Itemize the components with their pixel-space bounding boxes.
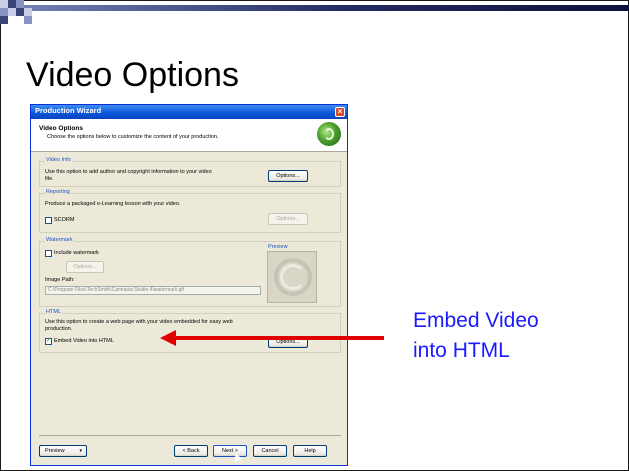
watermark-preview [267,251,317,303]
callout-line-1: Embed Video [413,309,539,332]
reporting-options-button[interactable]: Options... [268,213,308,225]
reporting-label: Reporting [45,189,71,195]
scorm-checkbox[interactable] [45,217,52,224]
production-wizard-dialog: Production Wizard × Video Options Choose… [30,104,348,466]
embed-video-label: Embed Video into HTML [54,338,114,344]
callout-arrow-line [174,336,384,340]
dialog-titlebar[interactable]: Production Wizard × [31,105,347,119]
image-path-label: Image Path: [45,277,75,283]
watermark-options-button[interactable]: Options... [66,261,104,273]
reporting-description: Produce a packaged e-Learning lesson wit… [45,201,181,207]
video-info-options-button[interactable]: Options... [268,170,308,182]
video-info-description: Use this option to add author and copyri… [45,169,212,182]
preview-button-label: Preview [45,448,65,454]
reporting-group: Reporting Produce a packaged e-Learning … [39,189,341,233]
html-description: Use this option to create a web page wit… [45,319,233,332]
embed-video-checkbox[interactable]: ✓ [45,338,52,345]
help-button[interactable]: Help [293,445,327,457]
image-path-input[interactable]: C:\Program Files\TechSmith\Camtasia Stud… [45,286,261,295]
wizard-header-subtitle: Choose the options below to customize th… [47,134,219,140]
camtasia-logo-icon [317,122,341,146]
chevron-down-icon: ▾ [79,448,82,454]
include-watermark-label: Include watermark [54,250,99,256]
slide-header-bar [0,0,629,24]
scorm-label: SCORM [54,217,75,223]
html-label: HTML [45,309,62,315]
slide-title: Video Options [26,56,239,94]
wizard-header: Video Options Choose the options below t… [31,119,347,152]
footer-divider [39,435,341,436]
cancel-button[interactable]: Cancel [253,445,287,457]
callout-line-2: into HTML [413,339,510,362]
wizard-header-title: Video Options [39,125,83,132]
html-group: HTML Use this option to create a web pag… [39,309,341,353]
preview-button[interactable]: Preview ▾ [39,445,87,457]
dialog-title: Production Wizard [35,106,102,115]
include-watermark-checkbox[interactable] [45,250,52,257]
close-icon[interactable]: × [335,107,345,117]
embed-video-callout: Embed Video into HTML [413,306,539,366]
back-button[interactable]: < Back [174,445,208,457]
video-info-group: Video Info Use this option to add author… [39,157,341,187]
preview-label: Preview [268,244,288,250]
video-info-label: Video Info [45,157,72,163]
next-button[interactable]: Next > [213,445,247,457]
watermark-label: Watermark [45,237,74,243]
